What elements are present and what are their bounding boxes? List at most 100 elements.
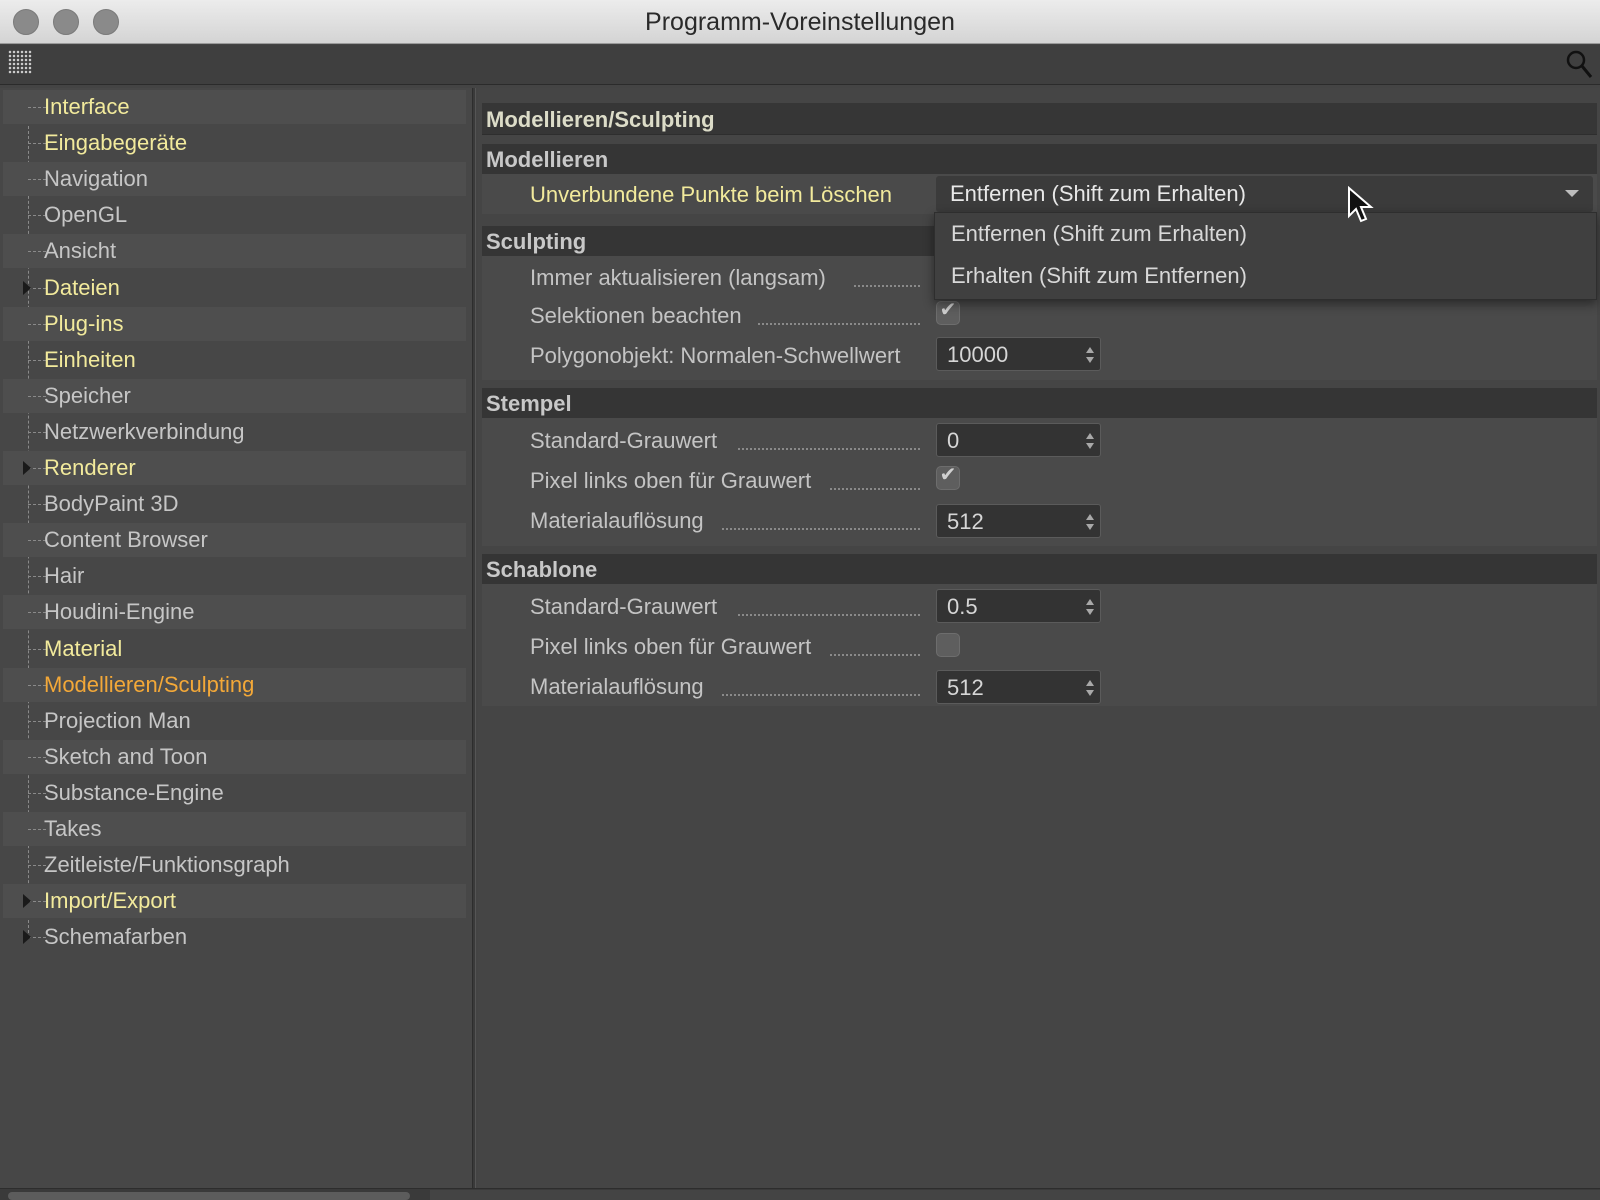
sidebar-item-netzwerkverbindung[interactable]: Netzwerkverbindung (3, 415, 466, 449)
title-bar: Programm-Voreinstellungen (0, 0, 1600, 44)
section-header-schablone[interactable]: Schablone (482, 554, 1597, 584)
sidebar-item-label: BodyPaint 3D (44, 491, 179, 517)
schablone-pixel-checkbox[interactable] (936, 633, 960, 657)
dropdown-option-entfernen[interactable]: Entfernen (Shift zum Erhalten) (951, 221, 1247, 247)
sidebar-item-hair[interactable]: Hair (3, 559, 466, 593)
sidebar-item-takes[interactable]: Takes (3, 812, 466, 846)
sidebar-item-label: Einheiten (44, 346, 136, 372)
stempel-resolution-value: 512 (947, 509, 984, 534)
stempel-resolution-field[interactable]: 512 (936, 504, 1101, 538)
section-header-modellieren[interactable]: Modellieren (482, 144, 1597, 174)
sidebar-item-content-browser[interactable]: Content Browser (3, 523, 466, 558)
schablone-resolution-value: 512 (947, 675, 984, 700)
group-title-text: Modellieren/Sculpting (486, 107, 715, 132)
search-icon[interactable] (1564, 48, 1594, 80)
unconnected-points-label: Unverbundene Punkte beim Löschen (530, 182, 893, 207)
checkmark-icon: ✔ (939, 299, 957, 321)
section-header-label: Stempel (486, 391, 572, 416)
sidebar-item-label: Projection Man (44, 707, 191, 733)
schablone-resolution-field[interactable]: 512 (936, 670, 1101, 704)
unconnected-points-dropdown[interactable]: Entfernen (Shift zum Erhalten) (936, 176, 1593, 212)
stempel-resolution-label: Materialauflösung (530, 508, 704, 533)
sidebar-item-label: Takes (44, 816, 102, 841)
pane-splitter[interactable] (472, 88, 476, 1188)
sidebar-item-label: Interface (44, 94, 130, 119)
checkmark-icon: ✔ (939, 464, 957, 486)
sidebar-item-ansicht[interactable]: Ansicht (3, 234, 466, 269)
sidebar-item-label: Plug-ins (44, 310, 124, 336)
sidebar-item-modellieren-sculpting[interactable]: Modellieren/Sculpting (3, 667, 466, 702)
section-header-stempel[interactable]: Stempel (482, 388, 1597, 418)
sidebar-item-eingabegeräte[interactable]: Eingabegeräte (3, 126, 466, 160)
sidebar-item-label: Schemafarben (44, 924, 188, 950)
toolbar (0, 45, 1600, 85)
grid-menu-icon[interactable] (8, 50, 32, 74)
sidebar-item-projection-man[interactable]: Projection Man (3, 704, 466, 738)
stepper-arrows-icon[interactable] (1086, 680, 1094, 696)
sidebar-item-label: Speicher (44, 382, 131, 408)
leader-dots (722, 694, 920, 696)
stepper-arrows-icon[interactable] (1086, 433, 1094, 449)
leader-dots (738, 614, 920, 616)
sidebar-item-label: Renderer (44, 455, 136, 480)
sidebar-item-label: Zeitleiste/Funktionsgraph (44, 852, 290, 878)
sidebar-item-substance-engine[interactable]: Substance-Engine (3, 776, 466, 810)
normal-threshold-field[interactable]: 10000 (936, 337, 1101, 371)
respect-selection-label: Selektionen beachten (530, 303, 742, 328)
stempel-pixel-label: Pixel links oben für Grauwert (530, 468, 812, 493)
leader-dots (830, 488, 920, 490)
stepper-arrows-icon[interactable] (1086, 599, 1094, 615)
sidebar-item-renderer[interactable]: Renderer (3, 451, 466, 485)
sidebar-item-sketch-and-toon[interactable]: Sketch and Toon (3, 739, 466, 774)
sidebar-item-label: OpenGL (44, 202, 128, 228)
expand-arrow-icon[interactable] (23, 930, 31, 945)
always-update-label: Immer aktualisieren (langsam) (530, 265, 826, 290)
sidebar-item-zeitleiste-funktionsgraph[interactable]: Zeitleiste/Funktionsgraph (3, 848, 466, 882)
normal-threshold-label: Polygonobjekt: Normalen-Schwellwert (530, 343, 901, 368)
expand-arrow-icon[interactable] (23, 894, 31, 909)
sidebar-item-plug-ins[interactable]: Plug-ins (3, 306, 466, 341)
sidebar-item-import-export[interactable]: Import/Export (3, 884, 466, 919)
stempel-pixel-checkbox[interactable]: ✔ (936, 464, 960, 490)
sidebar-item-interface[interactable]: Interface (3, 90, 466, 124)
sidebar-item-label: Eingabegeräte (44, 130, 188, 156)
normal-threshold-value: 10000 (947, 342, 1009, 367)
sidebar-item-label: Material (44, 635, 123, 661)
sidebar-item-label: Netzwerkverbindung (44, 418, 245, 444)
respect-selection-checkbox[interactable]: ✔ (936, 299, 960, 325)
sidebar-item-label: Substance-Engine (44, 779, 224, 805)
main-scrollbar-track[interactable] (430, 1190, 1600, 1200)
sidebar-item-material[interactable]: Material (3, 632, 466, 666)
dropdown-menu: Entfernen (Shift zum Erhalten) Erhalten … (934, 212, 1597, 300)
schablone-gray-field[interactable]: 0.5 (936, 589, 1101, 623)
sidebar-item-einheiten[interactable]: Einheiten (3, 343, 466, 377)
mouse-pointer-icon (1348, 186, 1374, 223)
expand-arrow-icon[interactable] (23, 280, 31, 295)
chevron-down-icon[interactable] (1565, 190, 1579, 197)
section-header-label: Schablone (486, 557, 598, 582)
leader-dots (738, 448, 920, 450)
section-header-label: Modellieren (486, 147, 609, 172)
sidebar-item-schemafarben[interactable]: Schemafarben (3, 920, 466, 954)
sidebar-item-label: Sketch and Toon (44, 743, 208, 769)
expand-arrow-icon[interactable] (23, 461, 31, 475)
stempel-gray-label: Standard-Grauwert (530, 428, 718, 453)
group-title: Modellieren/Sculpting (482, 103, 1597, 135)
sidebar-item-label: Ansicht (44, 238, 117, 264)
sidebar-item-label: Import/Export (44, 888, 177, 914)
stepper-arrows-icon[interactable] (1086, 347, 1094, 363)
leader-dots (758, 323, 920, 325)
window-title: Programm-Voreinstellungen (645, 8, 955, 36)
sidebar-item-bodypaint-3d[interactable]: BodyPaint 3D (3, 487, 466, 521)
sidebar-item-opengl[interactable]: OpenGL (3, 198, 466, 232)
stepper-arrows-icon[interactable] (1086, 514, 1094, 530)
sidebar-item-label: Hair (44, 563, 85, 589)
sidebar-scrollbar[interactable] (8, 1192, 410, 1200)
sidebar-item-navigation[interactable]: Navigation (3, 162, 466, 197)
section-header-label: Sculpting (486, 229, 587, 254)
sidebar-item-dateien[interactable]: Dateien (3, 271, 466, 305)
dropdown-option-erhalten[interactable]: Erhalten (Shift zum Entfernen) (951, 263, 1247, 289)
stempel-gray-field[interactable]: 0 (936, 423, 1101, 457)
sidebar-item-speicher[interactable]: Speicher (3, 378, 466, 413)
sidebar-item-houdini-engine[interactable]: Houdini-Engine (3, 595, 466, 630)
